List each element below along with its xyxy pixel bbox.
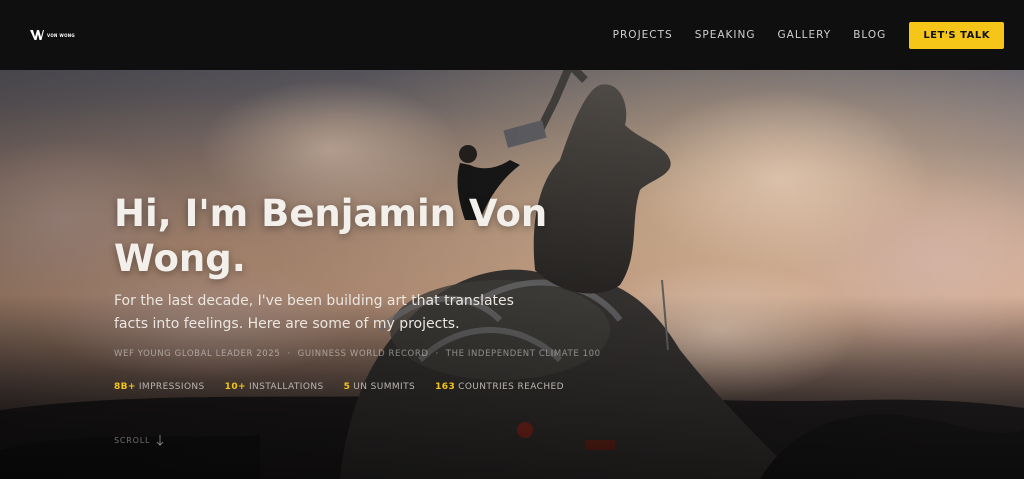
stat-number: 5	[343, 382, 351, 392]
stat-countries: 163 COUNTRIES REACHED	[435, 382, 564, 392]
stat-label: INSTALLATIONS	[248, 382, 324, 392]
main-nav: PROJECTS SPEAKING GALLERY BLOG LET'S TAL…	[613, 21, 1004, 49]
stat-number: 10+	[224, 382, 246, 392]
stats-row: 8B+ IMPRESSIONS 10+ INSTALLATIONS 5 UN SUMM…	[114, 382, 584, 392]
logo-text: VON WONG	[47, 32, 76, 38]
award-item: GUINNESS WORLD RECORD	[297, 349, 429, 359]
stat-un-summits: 5 UN SUMMITS	[344, 382, 416, 392]
scroll-label: SCROLL	[114, 436, 151, 445]
awards-list: WEF YOUNG GLOBAL LEADER 2025 · GUINNESS …	[114, 349, 601, 359]
stat-number: 8B+	[114, 382, 136, 392]
hero-title: Hi, I'm Benjamin Von Wong.	[114, 192, 548, 280]
stat-number: 163	[435, 382, 456, 392]
site-header: VON WONG PROJECTS SPEAKING GALLERY BLOG …	[0, 0, 1024, 70]
award-item: THE INDEPENDENT CLIMATE 100	[445, 349, 601, 359]
lets-talk-button[interactable]: LET'S TALK	[909, 21, 1004, 49]
logo[interactable]: VON WONG	[30, 29, 75, 41]
nav-blog[interactable]: BLOG	[853, 29, 886, 41]
scroll-indicator[interactable]: SCROLL	[114, 435, 164, 446]
stat-label: UN SUMMITS	[353, 382, 416, 392]
nav-speaking[interactable]: SPEAKING	[695, 29, 756, 41]
hero-subtitle: For the last decade, I've been building …	[114, 293, 514, 332]
award-separator: ·	[435, 349, 439, 359]
arrow-down-icon	[156, 435, 164, 446]
nav-projects[interactable]: PROJECTS	[613, 29, 673, 41]
nav-gallery[interactable]: GALLERY	[778, 29, 832, 41]
award-item: WEF YOUNG GLOBAL LEADER 2025	[114, 349, 281, 359]
stat-label: COUNTRIES REACHED	[458, 382, 564, 392]
logo-mark-icon	[30, 30, 44, 40]
stat-label: IMPRESSIONS	[138, 382, 205, 392]
stat-impressions: 8B+ IMPRESSIONS	[114, 382, 205, 392]
award-separator: ·	[287, 349, 291, 359]
stat-installations: 10+ INSTALLATIONS	[225, 382, 324, 392]
